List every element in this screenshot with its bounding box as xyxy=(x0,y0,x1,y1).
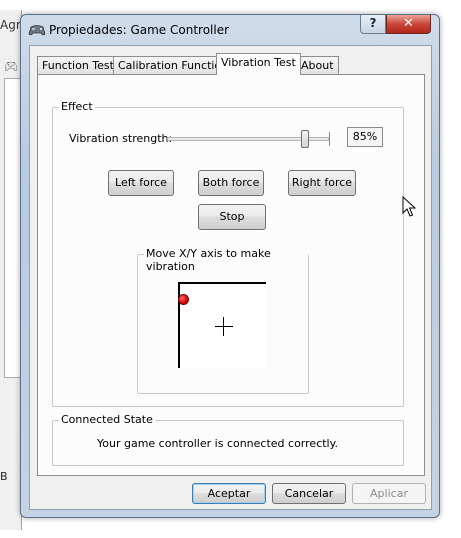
left-force-button[interactable]: Left force xyxy=(108,170,174,196)
dialog-title: Propiedades: Game Controller xyxy=(49,23,230,37)
xy-position-indicator xyxy=(178,294,189,305)
close-button[interactable]: ✕ xyxy=(386,15,431,34)
xy-axis-pad[interactable] xyxy=(178,282,266,368)
gamepad-icon xyxy=(28,25,46,36)
xy-axis-group: Move X/Y axis to make vibration xyxy=(137,247,309,394)
both-force-button[interactable]: Both force xyxy=(198,170,264,196)
cancel-button[interactable]: Cancelar xyxy=(272,483,346,504)
help-button[interactable]: ? xyxy=(360,15,386,34)
effect-group-label: Effect xyxy=(59,100,95,113)
vibration-strength-value: 85% xyxy=(347,127,383,147)
background-gamepad-icon: 🎮︎ xyxy=(4,60,18,73)
accept-button[interactable]: Aceptar xyxy=(192,483,266,504)
slider-end-tick xyxy=(329,132,330,146)
crosshair-vertical xyxy=(223,317,224,336)
vibration-strength-thumb[interactable] xyxy=(300,130,309,148)
mouse-cursor-icon xyxy=(402,196,416,217)
crosshair-horizontal xyxy=(215,326,233,327)
connected-state-group: Connected State Your game controller is … xyxy=(52,413,404,466)
effect-group: Effect Vibration strength: 85% Left forc… xyxy=(52,100,404,407)
tab-function-test[interactable]: Function Test xyxy=(37,56,119,74)
connection-status-message: Your game controller is connected correc… xyxy=(97,437,339,450)
stop-button[interactable]: Stop xyxy=(198,204,266,230)
apply-button[interactable]: Aplicar xyxy=(352,483,426,504)
vibration-strength-label: Vibration strength: xyxy=(69,132,173,145)
tab-about[interactable]: About xyxy=(296,56,339,74)
tab-vibration-test[interactable]: Vibration Test xyxy=(216,53,301,75)
dialog-client-area: Function Test Calibration Function Vibra… xyxy=(29,45,432,510)
right-force-button[interactable]: Right force xyxy=(288,170,356,196)
background-window-title: Agr xyxy=(0,18,21,32)
xy-axis-group-label: Move X/Y axis to make vibration xyxy=(144,247,308,273)
vibration-test-panel: Effect Vibration strength: 85% Left forc… xyxy=(37,74,425,476)
properties-dialog: Propiedades: Game Controller ? ✕ Functio… xyxy=(20,14,440,518)
connected-state-group-label: Connected State xyxy=(59,413,155,426)
